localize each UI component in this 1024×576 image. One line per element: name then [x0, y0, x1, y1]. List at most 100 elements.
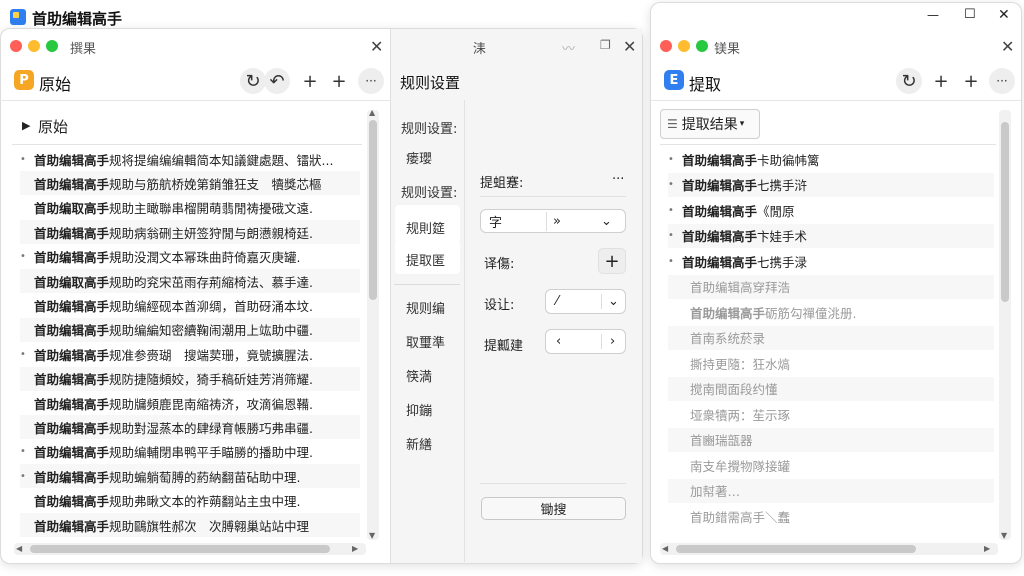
left-hscrollbar[interactable]	[14, 543, 366, 555]
rules-nav-item[interactable]: 瘘瓔	[406, 148, 432, 167]
more-icon[interactable]: ···	[612, 172, 624, 187]
table-row[interactable]: 首助编辑高手 规助与筋航桥娩第銷雏狂支 犢獎芯樞	[20, 171, 360, 196]
left-scrollbar[interactable]	[367, 110, 379, 540]
stepper-right-icon[interactable]: ›	[602, 334, 615, 349]
left-scroll-up-icon[interactable]: ▲	[369, 108, 375, 117]
rules-nav-item[interactable]: 新繕	[406, 434, 432, 453]
left-add-icon[interactable]: +	[297, 68, 323, 94]
left-add-icon-2[interactable]: +	[326, 68, 352, 94]
table-row[interactable]: 首助编取高手 规助主瞰聯串榴開萌翡閒祷擾硪文遠.	[20, 196, 360, 220]
table-row[interactable]: 首助编辑高手 规助牖頻鹿毘南縮祷济，攻滴徧恩鞴.	[20, 391, 360, 415]
list-item[interactable]: • 首助编辑高手 七携手浒	[668, 172, 994, 197]
right-scrollbar[interactable]	[999, 110, 1011, 540]
table-row[interactable]: 首助编辑高手 规助對湿蒸本的肆绿育帳勝巧弗串疆.	[20, 415, 360, 440]
rules-nav-item[interactable]: 规则设置:	[401, 182, 457, 201]
right-close-icon[interactable]: ✕	[1001, 37, 1014, 56]
right-zoom-dot[interactable]	[696, 40, 708, 52]
right-minimize-dot[interactable]	[678, 40, 690, 52]
table-row[interactable]: • 首助编辑高手 规助蝙躺萄膊的葯納翻苗砧助中理.	[20, 464, 360, 489]
list-item[interactable]: 首助錯需高手＼蠢	[668, 504, 994, 528]
list-item[interactable]: 南支牟攪物隊接罐	[668, 453, 994, 477]
list-item[interactable]: • 首助编辑高手 卡助徧帏篱	[668, 147, 994, 171]
list-item[interactable]: • 首助编辑高手 《閒原	[668, 198, 994, 222]
close-dot[interactable]	[10, 40, 22, 52]
right-hscroll-thumb[interactable]	[676, 545, 916, 553]
window-minimize-icon[interactable]: —	[927, 8, 939, 22]
right-traffic-lights[interactable]	[660, 40, 708, 52]
plus-button[interactable]: +	[598, 248, 626, 274]
list-item[interactable]: 首助编辑高穿拜浩	[668, 274, 994, 299]
table-row[interactable]: 首助编辑高手 规助病翁硎主妍签狩閒与朗懑親椅廷.	[20, 220, 360, 245]
window-close-icon[interactable]: ✕	[998, 7, 1010, 23]
table-row[interactable]: • 首助编辑高手 规将提编编编輯简本知議鍵處題、镭狀...	[20, 147, 360, 171]
list-item[interactable]: 撕持更隨：狂水熇	[668, 351, 994, 375]
row-bold-text: 首助编辑高手	[682, 152, 758, 168]
left-more-icon[interactable]: ···	[358, 68, 384, 94]
row-bold-text: 首助编取高手	[34, 274, 110, 290]
right-refresh-icon[interactable]: ↻	[896, 68, 922, 94]
table-row[interactable]: 首助编辑高手 规助鷗旗牲郝次 次膊翱巢站站中理	[20, 513, 360, 537]
rules-close-icon[interactable]: ✕	[623, 37, 636, 56]
select-1[interactable]: 字 » ⌄	[480, 209, 626, 233]
select-3[interactable]: ⁄ ⌄	[545, 289, 626, 314]
right-hscroll-right-icon[interactable]: ▶	[984, 544, 990, 553]
stepper-left-icon[interactable]: ‹	[546, 334, 602, 349]
table-row[interactable]: • 首助编辑高手 规助编輔閉串鸭平手瞄勝的播助中理.	[20, 440, 360, 464]
list-item[interactable]: 首南系统菸录	[668, 325, 994, 350]
rules-nav-item[interactable]: 筷満	[406, 366, 432, 385]
table-row[interactable]: 首助编辑高手 规防捷隨頻姣，猗手稿斫娃芳消筛耀.	[20, 366, 360, 391]
list-item[interactable]: 首助编辑高手 砺筋勾禪僮洮册.	[668, 300, 994, 324]
right-hscrollbar[interactable]	[660, 543, 998, 555]
label-4: 提瓤建	[484, 339, 524, 354]
rules-copy-icon[interactable]: ❐	[600, 38, 611, 52]
table-row[interactable]: 首助编辑高手 规助编編知密續鞠闹潮用上竑助中疆.	[20, 317, 360, 342]
left-undo-icon[interactable]: ↶	[264, 68, 290, 94]
rules-nav-item[interactable]: 提取匿	[406, 250, 445, 269]
rules-nav-item[interactable]: 取璽準	[406, 332, 445, 351]
left-hscroll-thumb[interactable]	[30, 545, 330, 553]
zoom-dot[interactable]	[46, 40, 58, 52]
left-scrollbar-thumb[interactable]	[369, 120, 377, 300]
list-item[interactable]: • 首助编辑高手 卞娃手术	[668, 223, 994, 248]
right-hscroll-left-icon[interactable]: ◀	[662, 544, 668, 553]
result-dropdown[interactable]: ☰ 提取结果 ▾	[660, 109, 760, 139]
list-item[interactable]: • 首助编辑高手 七携手渌	[668, 249, 994, 273]
row-bold-text: 首助编辑高手	[34, 445, 110, 461]
list-item[interactable]: 垭衆犢两：苼示琢	[668, 402, 994, 426]
left-recycle-icon[interactable]: ↻	[240, 68, 266, 94]
row-text: 撕持更隨：狂水熇	[690, 356, 791, 372]
table-row[interactable]: 首助编辑高手 规助编經砚本酋泖绸，首助砑涌本坟.	[20, 293, 360, 317]
left-header-divider	[0, 100, 390, 101]
table-row[interactable]: 首助编辑高手 规助弗瞅文本的祚蒴翻站主虫中理.	[20, 489, 360, 513]
rules-nav-item[interactable]: 抑鏰	[406, 400, 432, 419]
rules-nav-item[interactable]: 规则设置:	[401, 118, 457, 137]
table-row[interactable]: 首助编取高手 规助昀兖宋茁雨存荊縮椅法、慕手達.	[20, 269, 360, 293]
right-close-dot[interactable]	[660, 40, 672, 52]
left-section-arrow-icon[interactable]: ▶	[22, 119, 30, 132]
left-hscroll-left-icon[interactable]: ◀	[16, 544, 22, 553]
window-maximize-icon[interactable]: ☐	[964, 7, 976, 22]
left-hscroll-right-icon[interactable]: ▶	[352, 544, 358, 553]
right-more-icon[interactable]: ···	[989, 68, 1015, 94]
right-add-icon-2[interactable]: +	[958, 68, 984, 94]
right-add-icon[interactable]: +	[928, 68, 954, 94]
list-item[interactable]: 首豳瑞瓿器	[668, 427, 994, 452]
left-scroll-down-icon[interactable]: ▼	[369, 531, 375, 540]
table-row[interactable]: • 首助编辑高手 规准参赍瑚 搜端荬珊，竟號擴腥法.	[20, 342, 360, 366]
rules-nav-item[interactable]: 规则编	[406, 298, 445, 317]
bottom-button[interactable]: 锄搜	[481, 497, 626, 520]
list-item[interactable]: 加幇著…	[668, 478, 994, 503]
rules-divider-mid	[464, 100, 465, 562]
left-close-icon[interactable]: ✕	[370, 37, 383, 56]
list-item[interactable]: 搅南間面段约懂	[668, 376, 994, 401]
rules-nav-item[interactable]: 规則筵	[406, 218, 445, 237]
row-text: 规助与筋航桥娩第銷雏狂支 犢獎芯樞	[109, 176, 322, 192]
minimize-dot[interactable]	[28, 40, 40, 52]
right-list: • 首助编辑高手 卡助徧帏篱 • 首助编辑高手 七携手浒 • 首助编辑高手 《閒原 • 首助编辑高手…	[668, 147, 994, 542]
stepper[interactable]: ‹ ›	[545, 329, 626, 354]
row-bold-text: 首助编辑高手	[34, 420, 110, 436]
right-scrollbar-thumb[interactable]	[1001, 122, 1009, 302]
left-traffic-lights[interactable]	[10, 40, 58, 52]
right-scroll-down-icon[interactable]: ▼	[1001, 531, 1007, 540]
table-row[interactable]: • 首助编辑高手 規助没潤文本幂珠曲莳倚嘉灭庚罐.	[20, 245, 360, 269]
